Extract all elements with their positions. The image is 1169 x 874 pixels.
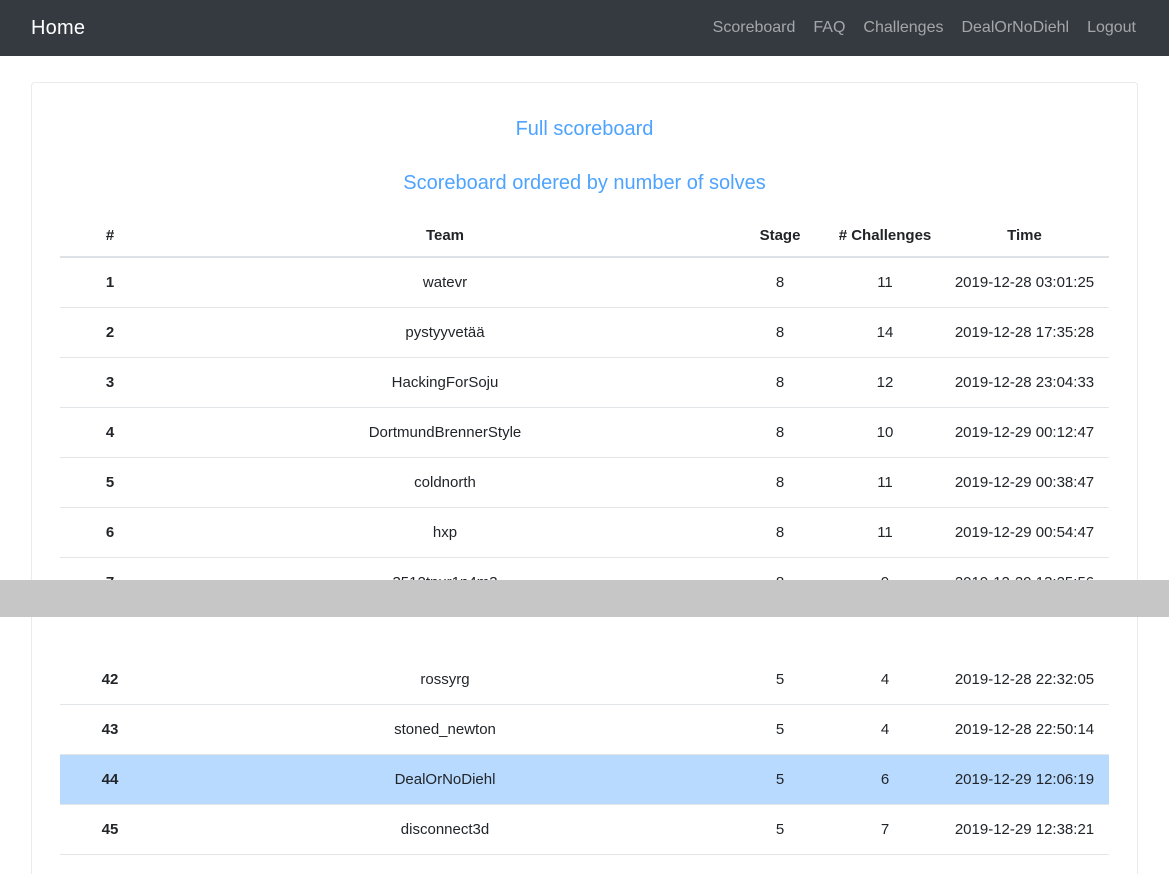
nav-link-logout[interactable]: Logout <box>1078 20 1136 36</box>
table-row[interactable]: 44 DealOrNoDiehl 5 6 2019-12-29 12:06:19 <box>60 754 1109 805</box>
table-head: # Team Stage # Challenges Time <box>60 217 1109 258</box>
cell-rank: 43 <box>60 704 160 755</box>
cell-stage: 8 <box>730 307 830 358</box>
subtitle-ordered-by-solves[interactable]: Scoreboard ordered by number of solves <box>52 172 1117 195</box>
table-header-row: # Team Stage # Challenges Time <box>60 217 1109 258</box>
cell-team: watevr <box>422 274 468 291</box>
cell-stage: 8 <box>730 457 830 508</box>
cell-stage: 8 <box>730 507 830 558</box>
cell-team: HackingForSoju <box>160 357 730 408</box>
nav-link-scoreboard[interactable]: Scoreboard <box>704 20 805 36</box>
cell-team: coldnorth <box>160 457 730 508</box>
column-header-time: Time <box>940 217 1109 258</box>
cell-rank: 44 <box>60 754 160 805</box>
cell-time: 2019-12-28 17:35:28 <box>940 307 1109 358</box>
scoreboard-card: Full scoreboard Scoreboard ordered by nu… <box>31 82 1138 874</box>
table-row[interactable]: 3 HackingForSoju 8 12 2019-12-28 23:04:33 <box>60 357 1109 408</box>
cell-stage: 5 <box>730 854 830 874</box>
cell-team: DealOrNoDiehl <box>160 754 730 805</box>
cell-rank: 46 <box>60 854 160 874</box>
cell-challenges: 12 <box>830 357 940 408</box>
table-row[interactable]: 42 rossyrg 5 4 2019-12-28 22:32:05 <box>60 655 1109 705</box>
cell-challenges: 4 <box>830 704 940 755</box>
top-navbar: Home Scoreboard FAQ Challenges DealOrNoD… <box>0 0 1169 56</box>
cell-challenges: 4 <box>830 854 940 874</box>
table-row[interactable]: 5 coldnorth 8 11 2019-12-29 00:38:47 <box>60 457 1109 508</box>
table-body-bottom: 42 rossyrg 5 4 2019-12-28 22:32:05 43 stoned_n… <box>60 655 1109 874</box>
column-header-stage: Stage <box>730 217 830 258</box>
cell-rank: 42 <box>101 671 119 688</box>
cell-rank: 45 <box>60 804 160 855</box>
scoreboard-table-continued: 42 rossyrg 5 4 2019-12-28 22:32:05 43 stoned_n… <box>60 655 1109 874</box>
cell-challenges: 11 <box>830 507 940 558</box>
cell-team: pystyyvetää <box>160 307 730 358</box>
table-row[interactable]: 46TLS-SEC542019-12-29 13:47:46 <box>60 854 1109 874</box>
cell-rank: 2 <box>60 307 160 358</box>
cell-challenges: 6 <box>830 754 940 805</box>
cell-time: 2019-12-29 00:12:47 <box>940 407 1109 458</box>
cell-time: 2019-12-28 22:32:05 <box>954 671 1095 688</box>
table-row[interactable]: 6 hxp 8 11 2019-12-29 00:54:47 <box>60 507 1109 558</box>
navbar-links: Scoreboard FAQ Challenges DealOrNoDiehl … <box>704 20 1136 36</box>
table-body-top: 1 watevr 8 11 2019-12-28 03:01:25 2 pystyyvetä… <box>60 257 1109 607</box>
cell-team: TLS-SEC <box>160 854 730 874</box>
cell-time: 2019-12-29 00:38:47 <box>940 457 1109 508</box>
navbar-brand-home[interactable]: Home <box>31 18 85 38</box>
table-row[interactable]: 2 pystyyvetää 8 14 2019-12-28 17:35:28 <box>60 307 1109 358</box>
cell-time: 2019-12-29 13:47:46 <box>940 854 1109 874</box>
cell-team: disconnect3d <box>160 804 730 855</box>
cell-time: 2019-12-29 12:06:19 <box>940 754 1109 805</box>
cell-rank: 3 <box>60 357 160 408</box>
cell-team: DortmundBrennerStyle <box>160 407 730 458</box>
cell-rank: 5 <box>60 457 160 508</box>
cell-challenges: 10 <box>830 407 940 458</box>
cell-stage: 8 <box>730 407 830 458</box>
cell-time: 2019-12-29 00:54:47 <box>940 507 1109 558</box>
cell-time: 2019-12-28 23:04:33 <box>940 357 1109 408</box>
table-row[interactable]: 45 disconnect3d 5 7 2019-12-29 12:38:21 <box>60 804 1109 855</box>
scoreboard-table: # Team Stage # Challenges Time 1 watevr 8 1… <box>60 217 1109 607</box>
column-header-challenges: # Challenges <box>830 217 940 258</box>
table-row[interactable]: 4 DortmundBrennerStyle 8 10 2019-12-29 00:12… <box>60 407 1109 458</box>
cell-challenges: 14 <box>830 307 940 358</box>
cell-time: 2019-12-28 03:01:25 <box>954 274 1095 291</box>
cell-time: 2019-12-28 22:50:14 <box>940 704 1109 755</box>
cell-stage: 5 <box>730 704 830 755</box>
cell-team: rossyrg <box>420 671 470 688</box>
cell-challenges: 11 <box>830 457 940 508</box>
cell-team: hxp <box>160 507 730 558</box>
table-row[interactable]: 1 watevr 8 11 2019-12-28 03:01:25 <box>60 257 1109 308</box>
column-header-rank: # <box>60 217 160 258</box>
cell-stage: 5 <box>775 671 785 688</box>
cell-stage: 5 <box>730 754 830 805</box>
gray-occlusion-band <box>0 580 1169 617</box>
cell-rank: 6 <box>60 507 160 558</box>
column-header-team: Team <box>160 217 730 258</box>
cell-rank: 1 <box>105 274 115 291</box>
card-body: Full scoreboard Scoreboard ordered by nu… <box>52 118 1117 874</box>
cell-rank: 4 <box>60 407 160 458</box>
page-root: Home Scoreboard FAQ Challenges DealOrNoD… <box>0 0 1169 874</box>
cell-stage: 8 <box>775 274 785 291</box>
cell-challenges: 7 <box>830 804 940 855</box>
table-row[interactable]: 43 stoned_newton 5 4 2019-12-28 22:50:14 <box>60 704 1109 755</box>
page-title-full-scoreboard[interactable]: Full scoreboard <box>52 118 1117 141</box>
cell-team: stoned_newton <box>160 704 730 755</box>
cell-challenges: 11 <box>877 274 893 291</box>
cell-time: 2019-12-29 12:38:21 <box>940 804 1109 855</box>
cell-stage: 8 <box>730 357 830 408</box>
nav-link-dealornodiehl[interactable]: DealOrNoDiehl <box>952 20 1078 36</box>
cell-stage: 5 <box>730 804 830 855</box>
nav-link-challenges[interactable]: Challenges <box>854 20 952 36</box>
cell-challenges: 4 <box>880 671 890 688</box>
nav-link-faq[interactable]: FAQ <box>804 20 854 36</box>
